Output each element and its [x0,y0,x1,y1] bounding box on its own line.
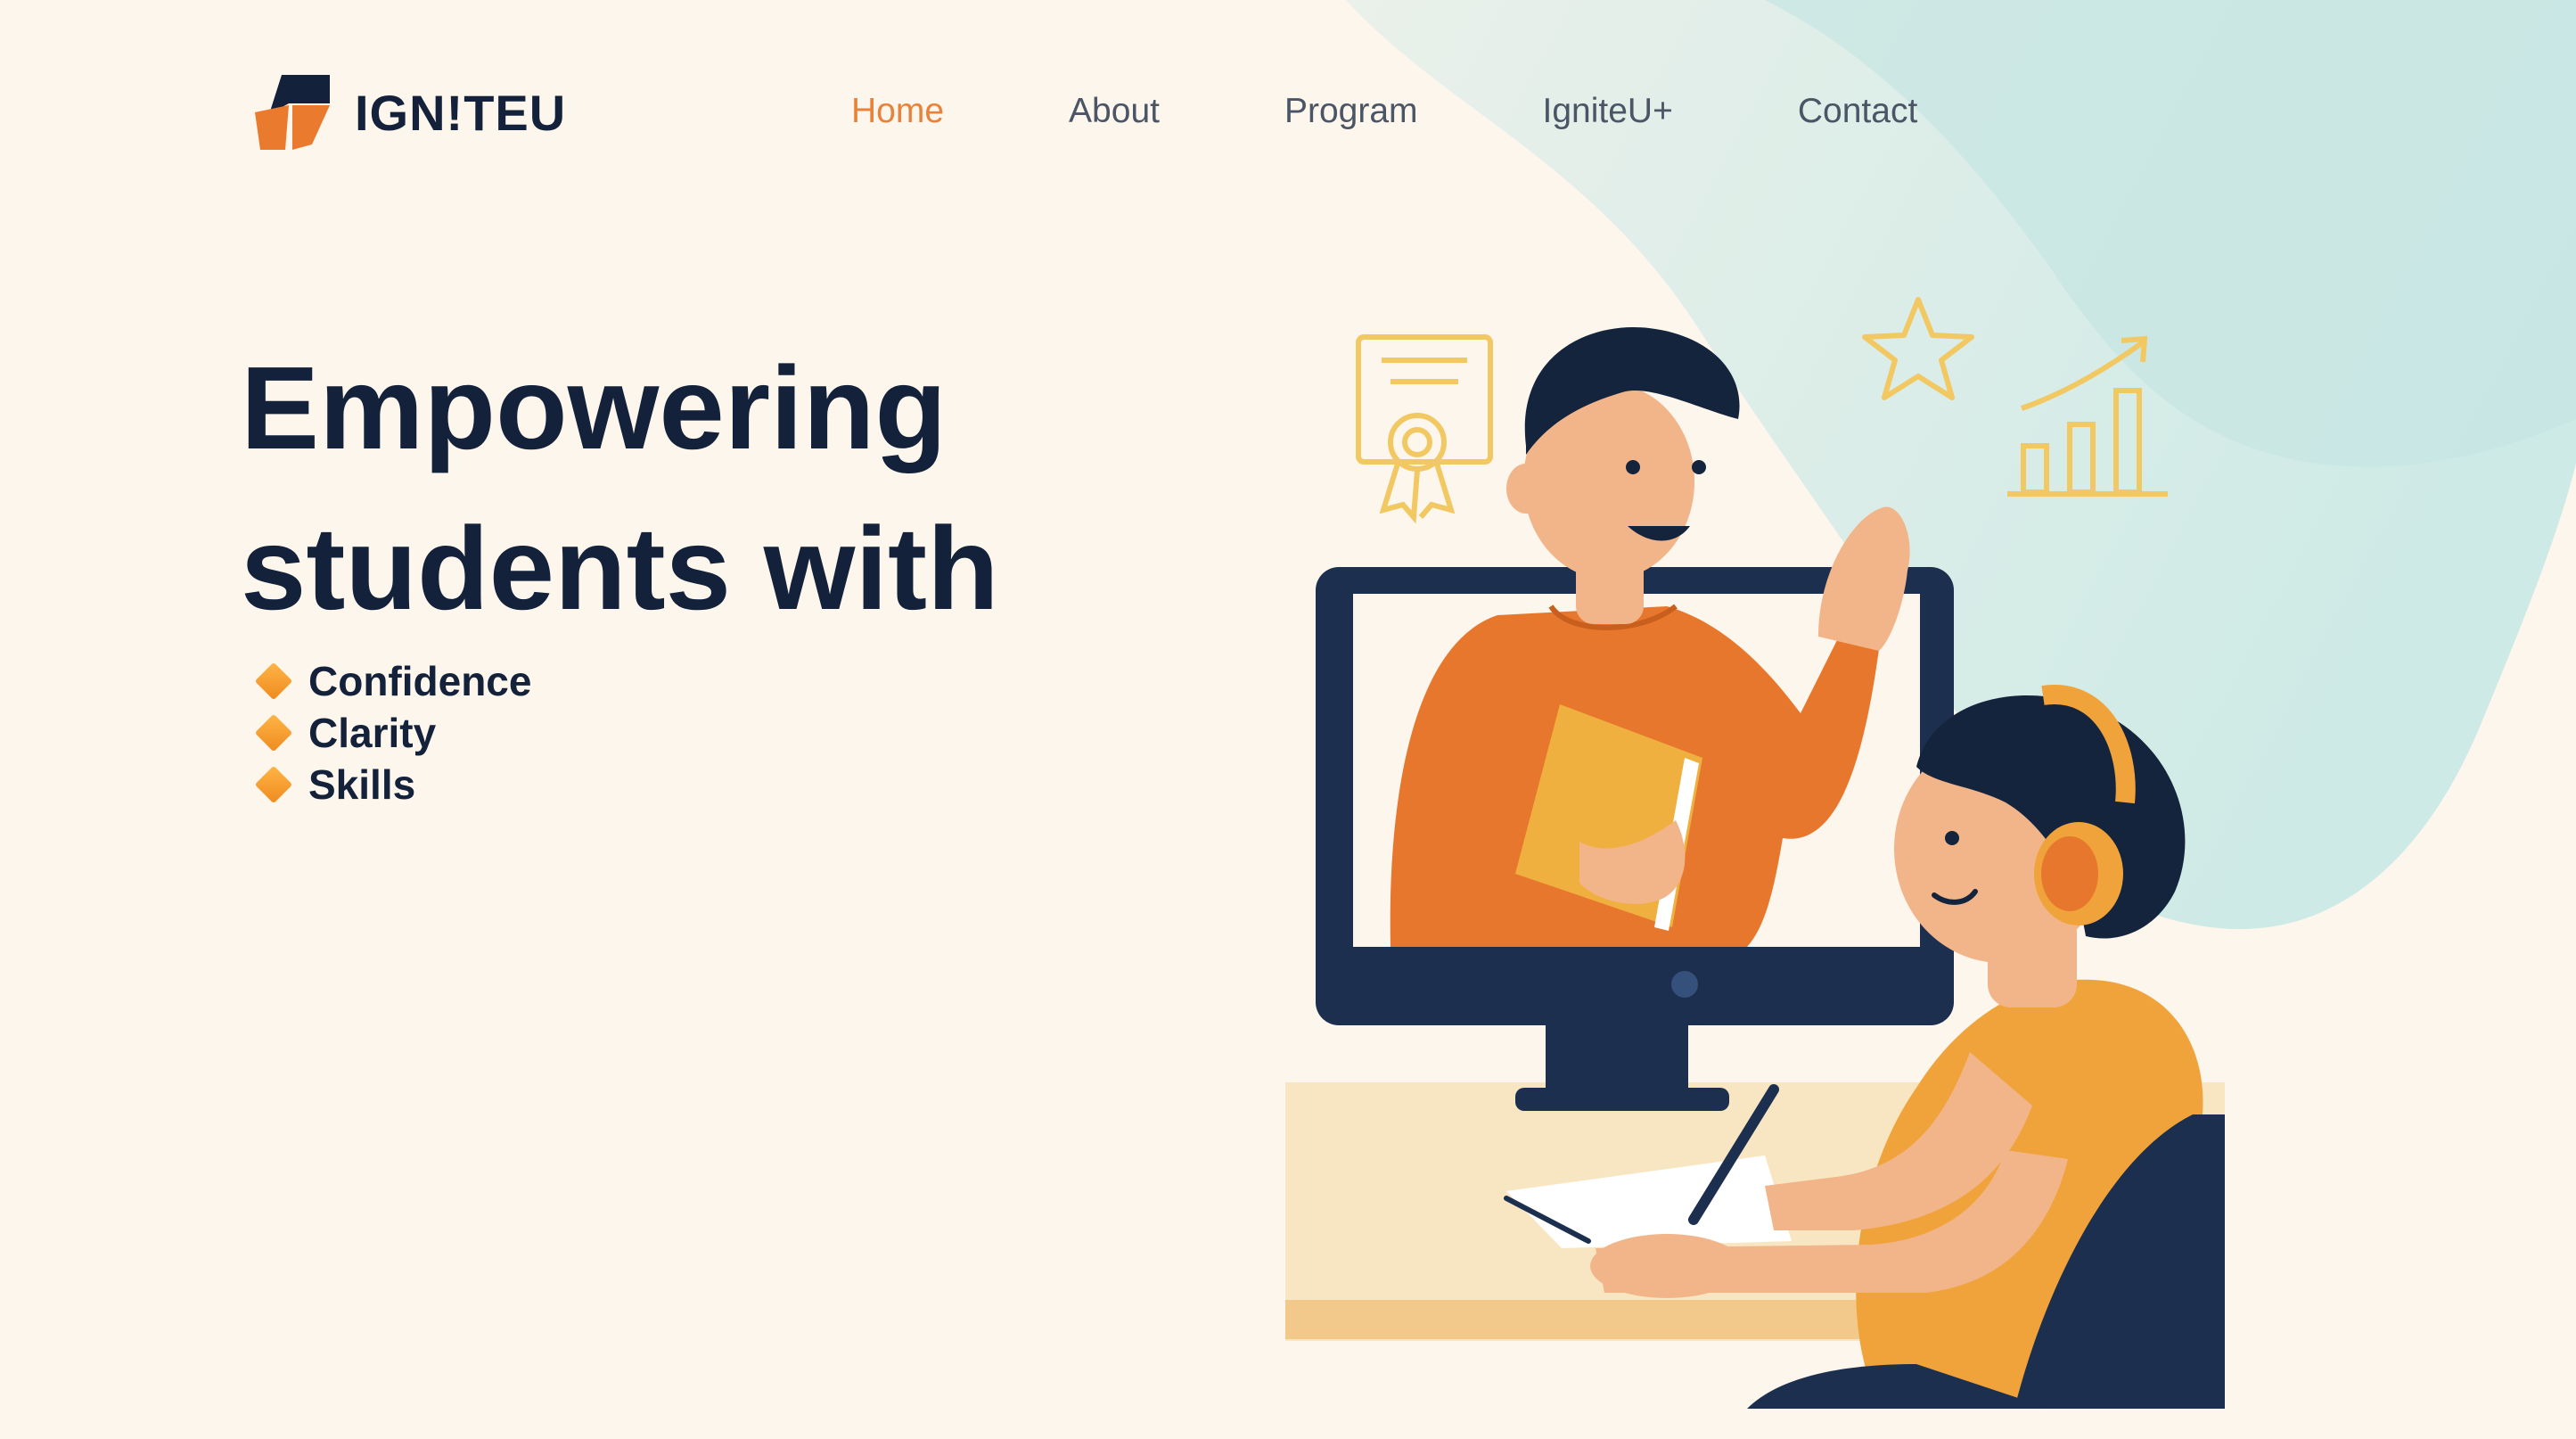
hero-headline: Empowering students with [241,328,1310,649]
nav-item-about[interactable]: About [1069,92,1160,131]
certificate-icon [1356,334,1493,524]
orange-diamond-icon [254,765,293,804]
nav-item-program[interactable]: Program [1284,92,1418,131]
nav-item-igniteu-plus[interactable]: IgniteU+ [1543,92,1673,131]
list-item: Clarity [251,707,531,759]
growth-chart-icon [2007,335,2168,497]
bullet-label: Skills [308,761,416,808]
nav-item-contact[interactable]: Contact [1798,92,1917,131]
list-item: Confidence [251,655,531,707]
brand-logo[interactable]: IGN!TEU [253,73,566,152]
orange-diamond-icon [254,662,293,701]
hero-bullet-list: Confidence Clarity Skills [251,655,531,810]
star-icon [1862,297,1974,400]
bullet-label: Confidence [308,658,532,704]
logo-mark-icon [255,75,330,150]
hero-headline-line2: students with [241,503,999,634]
list-item: Skills [251,759,531,810]
online-tutoring-illustration [1285,297,2225,1409]
main-nav: Home About Program IgniteU+ Contact [851,92,2042,131]
bullet-label: Clarity [308,710,437,756]
orange-diamond-icon [254,713,293,752]
brand-name: IGN!TEU [355,84,567,141]
hero-headline-line1: Empowering [241,342,948,473]
nav-item-home[interactable]: Home [851,92,944,131]
